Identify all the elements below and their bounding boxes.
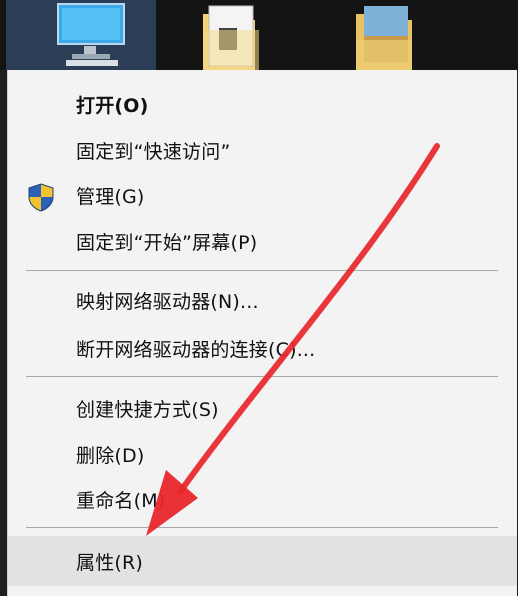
desktop-background xyxy=(0,0,518,70)
menu-item-label: 属性(R) xyxy=(76,551,144,574)
this-pc-icon[interactable] xyxy=(6,0,156,70)
menu-item-label: 固定到“开始”屏幕(P) xyxy=(76,231,258,254)
menu-item-label: 重命名(M) xyxy=(76,489,166,512)
menu-item-label: 固定到“快速访问” xyxy=(76,140,231,163)
menu-separator xyxy=(26,376,498,377)
menu-item-pin-to-start[interactable]: 固定到“开始”屏幕(P) xyxy=(8,219,517,263)
context-menu: 打开(O) 固定到“快速访问” 管理(G) 固定到“开始”屏幕(P) 映射网络驱… xyxy=(7,70,517,596)
menu-item-label: 打开(O) xyxy=(76,94,149,117)
menu-separator xyxy=(26,270,498,271)
menu-item-open[interactable]: 打开(O) xyxy=(8,82,517,126)
menu-item-disconnect-network-drive[interactable]: 断开网络驱动器的连接(C)... xyxy=(8,326,517,370)
menu-item-label: 映射网络驱动器(N)... xyxy=(76,290,259,313)
menu-item-pin-to-quick-access[interactable]: 固定到“快速访问” xyxy=(8,128,517,172)
menu-item-label: 断开网络驱动器的连接(C)... xyxy=(76,338,316,361)
uac-shield-icon xyxy=(28,183,54,212)
menu-item-manage[interactable]: 管理(G) xyxy=(8,173,517,217)
menu-item-map-network-drive[interactable]: 映射网络驱动器(N)... xyxy=(8,278,517,322)
menu-separator xyxy=(26,527,498,528)
menu-item-properties[interactable]: 属性(R) xyxy=(8,536,517,586)
menu-item-label: 删除(D) xyxy=(76,444,145,467)
menu-item-create-shortcut[interactable]: 创建快捷方式(S) xyxy=(8,386,517,430)
folder-document-icon[interactable] xyxy=(195,0,265,70)
this-pc-selected-tile[interactable] xyxy=(6,0,156,70)
menu-item-rename[interactable]: 重命名(M) xyxy=(8,477,517,521)
menu-item-label: 创建快捷方式(S) xyxy=(76,398,219,421)
folder-image-icon[interactable] xyxy=(350,0,420,70)
menu-item-delete[interactable]: 删除(D) xyxy=(8,432,517,476)
menu-item-label: 管理(G) xyxy=(76,185,145,208)
